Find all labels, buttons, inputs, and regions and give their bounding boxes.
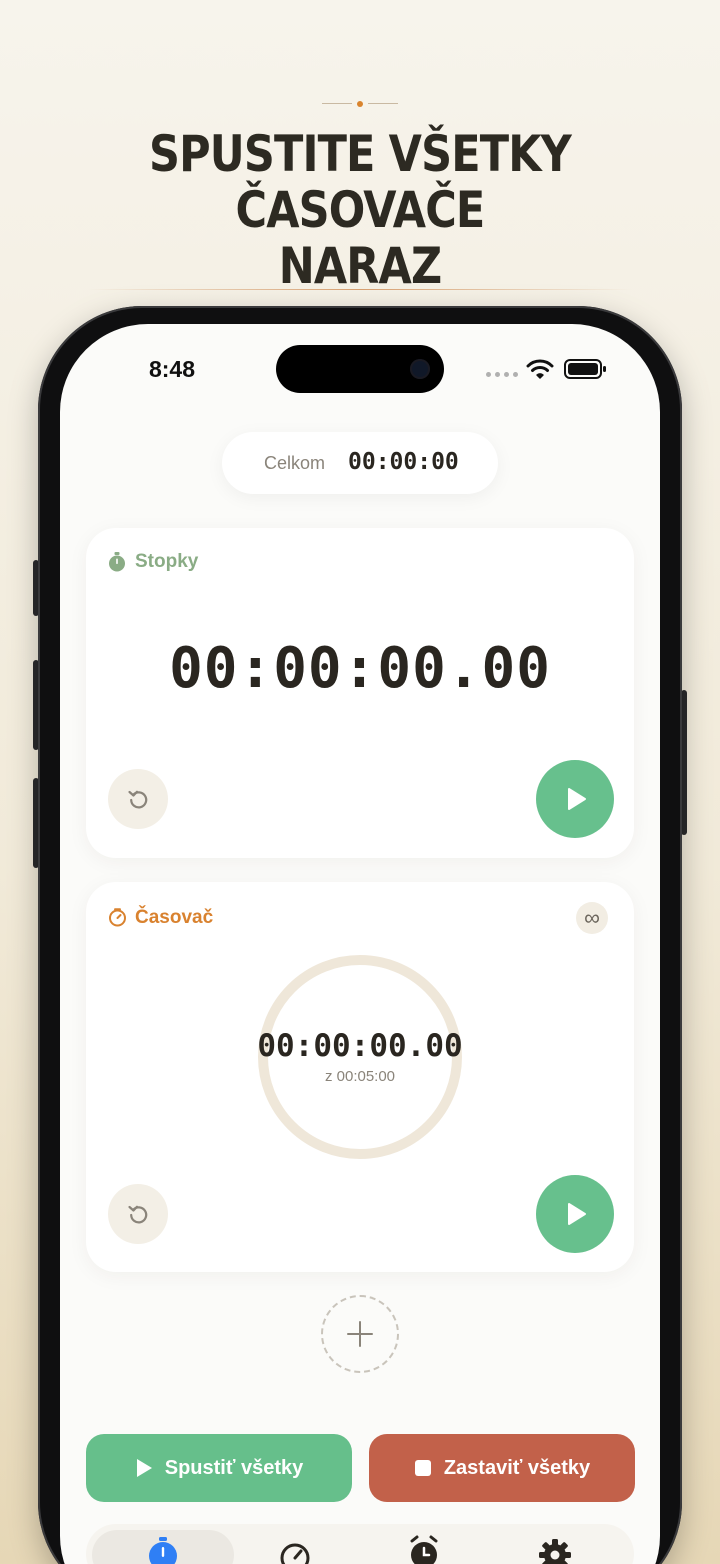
add-timer-button[interactable]: [321, 1295, 399, 1373]
battery-icon: [564, 359, 606, 379]
timer-icon: [109, 908, 126, 927]
front-camera: [410, 359, 430, 379]
tab-stopwatch[interactable]: [145, 1536, 181, 1564]
wifi-icon: [526, 359, 554, 379]
stop-all-label: Zastaviť všetky: [443, 1456, 591, 1479]
timer-duration: z 00:05:00: [324, 1068, 396, 1085]
timer-title: Časovač: [135, 907, 214, 928]
timer-reset-button[interactable]: [108, 1184, 168, 1244]
tab-settings[interactable]: [537, 1537, 573, 1564]
tab-alarm[interactable]: [406, 1534, 442, 1564]
stopwatch-play-button[interactable]: [536, 760, 614, 838]
headline-line-2: NARAZ: [278, 237, 442, 295]
plus-icon: [347, 1321, 373, 1347]
timer-play-button[interactable]: [536, 1175, 614, 1253]
infinity-icon: ∞: [584, 905, 600, 930]
play-icon: [568, 788, 586, 810]
promo-headline: SPUSTITE VŠETKY ČASOVAČE NARAZ: [50, 126, 669, 294]
status-time: 8:48: [148, 356, 196, 382]
tab-timer[interactable]: [277, 1538, 313, 1564]
total-value: 00:00:00: [348, 449, 459, 475]
start-all-button[interactable]: Spustiť všetky: [86, 1434, 352, 1502]
stopwatch-reset-button[interactable]: [108, 769, 168, 829]
play-icon: [568, 1203, 586, 1225]
play-icon: [136, 1459, 152, 1477]
stop-all-button[interactable]: Zastaviť všetky: [369, 1434, 635, 1502]
stopwatch-time: 00:00:00.00: [169, 636, 551, 701]
reset-icon: [128, 790, 148, 809]
ornament-divider: [322, 98, 398, 110]
total-label: Celkom: [264, 453, 326, 473]
stopwatch-title: Stopky: [135, 551, 199, 572]
repeat-toggle-button[interactable]: ∞: [576, 902, 608, 934]
stopwatch-icon: [109, 552, 125, 572]
headline-divider: [88, 289, 632, 290]
cellular-signal-icon: [486, 369, 520, 379]
start-all-label: Spustiť všetky: [164, 1456, 304, 1479]
timer-time: 00:00:00.00: [257, 1028, 463, 1064]
reset-icon: [128, 1205, 148, 1224]
headline-line-1: SPUSTITE VŠETKY ČASOVAČE: [149, 125, 572, 239]
stop-icon: [414, 1460, 431, 1476]
